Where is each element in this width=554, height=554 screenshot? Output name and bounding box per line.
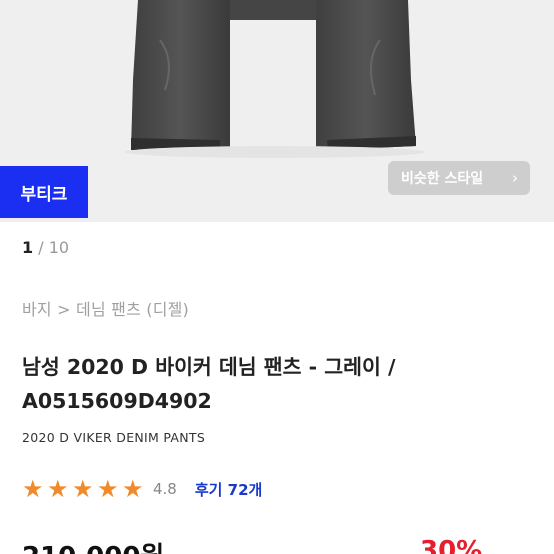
star-icon: ★	[122, 475, 144, 503]
star-icon: ★	[47, 475, 69, 503]
star-icon: ★	[97, 475, 119, 503]
similar-style-label: 비슷한 스타일	[401, 171, 484, 187]
star-icon: ★	[72, 475, 94, 503]
product-title: 남성 2020 D 바이커 데님 팬츠 - 그레이 / A0515609D490…	[22, 355, 396, 413]
image-pager: 1 / 10	[22, 238, 69, 257]
rating-row: ★ ★ ★ ★ ★ 4.8 후기 72개	[22, 477, 262, 501]
rating-score: 4.8	[153, 480, 177, 498]
similar-style-button[interactable]: 비슷한 스타일 ›	[388, 161, 530, 195]
breadcrumb[interactable]: 바지 > 데님 팬츠 (디젤)	[22, 296, 189, 320]
boutique-badge[interactable]: 부티크	[0, 166, 88, 218]
product-subtitle: 2020 D VIKER DENIM PANTS	[22, 430, 206, 445]
star-icon: ★	[22, 475, 44, 503]
pager-current: 1	[22, 238, 34, 257]
chevron-right-icon: ›	[512, 169, 518, 187]
pager-separator: /	[33, 238, 49, 257]
discount-rate: 30%	[420, 536, 483, 554]
product-image[interactable]: 부티크 비슷한 스타일 ›	[0, 0, 554, 222]
pager-total: 10	[48, 238, 70, 257]
product-price: 210,000원	[22, 536, 164, 554]
price-value: 210,000원	[22, 542, 164, 554]
rating-stars: ★ ★ ★ ★ ★	[22, 477, 147, 501]
reviews-link[interactable]: 후기 72개	[195, 479, 263, 500]
